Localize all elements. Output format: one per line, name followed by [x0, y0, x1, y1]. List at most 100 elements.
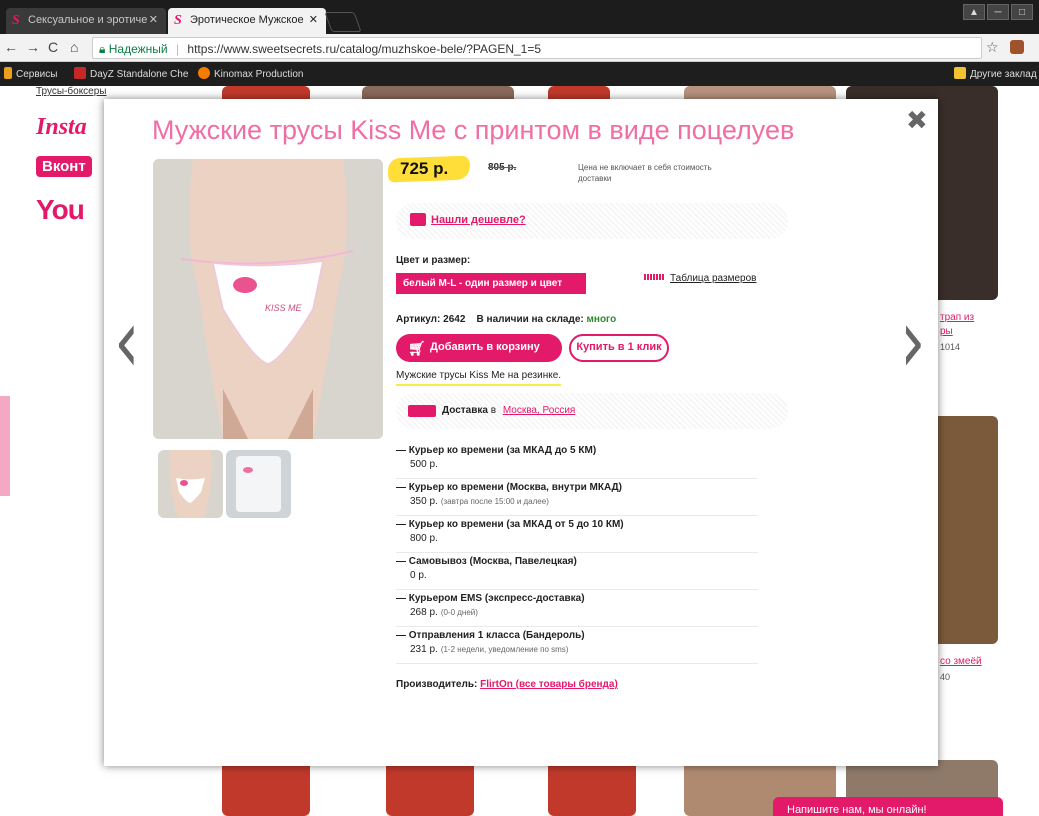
- truck-icon: [408, 405, 436, 417]
- delivery-city-link[interactable]: Москва, Россия: [503, 405, 576, 416]
- manufacturer-info: Производитель: FlirtOn (все товары бренд…: [396, 679, 618, 690]
- next-product-arrow-icon[interactable]: ›: [900, 297, 926, 387]
- maximize-icon[interactable]: □: [1011, 4, 1033, 20]
- manufacturer-label: Производитель:: [396, 679, 478, 690]
- vk-icon[interactable]: Вконт: [36, 156, 92, 177]
- site-favicon-icon: S: [174, 13, 182, 28]
- online-chat-widget[interactable]: Напишите нам, мы онлайн!: [773, 797, 1003, 816]
- bg-decoration: [0, 396, 10, 496]
- delivery-block: Доставка в Москва, Россия: [396, 393, 788, 429]
- tab-label: Сексуальное и эротиче: [28, 14, 148, 26]
- minimize-icon[interactable]: ─: [987, 4, 1009, 20]
- buy-one-click-button[interactable]: Купить в 1 клик: [569, 334, 669, 362]
- user-icon[interactable]: ▲: [963, 4, 985, 20]
- shipping-note: (завтра после 15:00 и далее): [440, 497, 549, 506]
- address-bar[interactable]: 🔒︎ Надежный | https://www.sweetsecrets.r…: [92, 37, 982, 59]
- old-price: 805 р.: [488, 162, 517, 173]
- shipping-option: — Курьером EMS (экспресс-доставка) 268 р…: [396, 590, 758, 627]
- shipping-name: — Курьером EMS (экспресс-доставка): [396, 593, 585, 604]
- product-quickview-modal: ✖ Мужские трусы Kiss Me с принтом в виде…: [104, 99, 938, 766]
- bookmark-label: Другие заклад: [970, 69, 1037, 80]
- forward-icon[interactable]: →: [26, 39, 40, 55]
- close-tab-icon[interactable]: ✕: [309, 13, 318, 26]
- bookmarks-bar: Сервисы DayZ Standalone Che Kinomax Prod…: [0, 62, 1039, 86]
- shipping-cost: 231 р.: [410, 644, 438, 655]
- shipping-note: (1-2 недели, уведомление по sms): [440, 645, 569, 654]
- tab-inactive[interactable]: S Сексуальное и эротиче ✕: [6, 8, 166, 34]
- product-main-image[interactable]: KISS ME: [153, 159, 383, 439]
- thumbnail-photo: [226, 450, 291, 518]
- bg-product-link[interactable]: ры: [940, 326, 953, 337]
- kiss-me-print: KISS ME: [265, 303, 303, 313]
- thumbnail-2[interactable]: [226, 450, 291, 518]
- thumbnail-1[interactable]: [158, 450, 223, 518]
- instagram-icon[interactable]: Insta: [36, 114, 87, 141]
- delivery-in: в: [490, 405, 497, 416]
- browser-toolbar: ← → C ⌂ 🔒︎ Надежный | https://www.sweets…: [0, 34, 1039, 62]
- delivery-label: Доставка: [442, 405, 488, 416]
- price-block: 725 р.: [387, 154, 478, 186]
- product-title: Мужские трусы Kiss Me с принтом в виде п…: [152, 115, 795, 145]
- product-photo: KISS ME: [153, 159, 383, 439]
- youtube-icon[interactable]: You: [36, 194, 85, 226]
- chat-label: Напишите нам, мы онлайн!: [787, 804, 927, 816]
- apps-grid-icon: [4, 67, 12, 79]
- new-tab-button[interactable]: [324, 12, 362, 32]
- social-label: Insta: [36, 114, 87, 140]
- bookmark-label: Kinomax Production: [214, 69, 304, 80]
- bookmark-other[interactable]: Другие заклад: [954, 67, 1037, 80]
- social-label: Вконт: [42, 158, 86, 175]
- site-favicon-icon: S: [12, 13, 20, 28]
- size-table-label: Таблица размеров: [670, 273, 757, 284]
- cart-icon: 🛒︎: [408, 340, 426, 356]
- bg-product-link[interactable]: трап из: [940, 312, 974, 323]
- delivery-text: Доставка в Москва, Россия: [442, 405, 575, 416]
- shipping-cost: 350 р.: [410, 496, 438, 507]
- extension-icon[interactable]: [1010, 40, 1024, 54]
- short-description: Мужские трусы Kiss Me на резинке.: [396, 370, 562, 386]
- add-to-cart-label: Добавить в корзину: [430, 341, 540, 353]
- shipping-option: — Курьер ко времени (за МКАД до 5 КМ) 50…: [396, 442, 758, 479]
- home-icon[interactable]: ⌂: [70, 39, 78, 55]
- bg-product-code: 1014: [940, 342, 961, 352]
- shipping-list: — Курьер ко времени (за МКАД до 5 КМ) 50…: [396, 442, 758, 664]
- ruler-icon: [644, 274, 664, 280]
- gift-icon: [410, 213, 426, 226]
- shipping-name: — Курьер ко времени (Москва, внутри МКАД…: [396, 482, 623, 493]
- bookmark-apps[interactable]: Сервисы: [4, 67, 57, 80]
- stock-label: В наличии на складе:: [476, 314, 584, 325]
- add-to-cart-button[interactable]: 🛒︎ Добавить в корзину: [396, 334, 562, 362]
- tab-active[interactable]: S Эротическое Мужское ✕: [168, 8, 326, 34]
- size-table-link[interactable]: Таблица размеров: [644, 273, 756, 284]
- bg-product-link[interactable]: со змеёй: [940, 656, 982, 667]
- bookmark-label: Сервисы: [16, 69, 58, 80]
- reload-icon[interactable]: C: [48, 39, 58, 55]
- bookmark-kinomax[interactable]: Kinomax Production: [198, 67, 304, 80]
- shipping-name: — Курьер ко времени (за МКАД от 5 до 10 …: [396, 519, 624, 530]
- current-price: 725 р.: [400, 159, 449, 178]
- found-cheaper-block[interactable]: Нашли дешевле?: [396, 203, 788, 239]
- size-option-button[interactable]: белый M-L - один размер и цвет: [396, 273, 586, 294]
- bookmark-dayz[interactable]: DayZ Standalone Che: [74, 67, 188, 80]
- close-icon[interactable]: ✖: [906, 105, 928, 136]
- back-icon[interactable]: ←: [4, 39, 18, 55]
- manufacturer-link[interactable]: FlirtOn (все товары бренда): [480, 679, 618, 690]
- shipping-name: — Самовывоз (Москва, Павелецкая): [396, 556, 577, 567]
- social-label: You: [36, 194, 85, 225]
- shipping-cost: 500 р.: [410, 459, 438, 470]
- prev-product-arrow-icon[interactable]: ‹: [114, 297, 140, 387]
- shipping-option: — Курьер ко времени (за МКАД от 5 до 10 …: [396, 516, 758, 553]
- kinomax-icon: [198, 67, 210, 79]
- bookmark-label: DayZ Standalone Che: [90, 69, 189, 80]
- bookmark-star-icon[interactable]: ☆: [986, 39, 999, 56]
- browser-tabbar: S Сексуальное и эротиче ✕ S Эротическое …: [0, 0, 1039, 34]
- tab-label: Эротическое Мужское: [190, 14, 304, 26]
- lock-icon: 🔒︎: [99, 42, 106, 56]
- close-tab-icon[interactable]: ✕: [149, 13, 158, 26]
- price-note: Цена не включает в себя стоимость достав…: [578, 163, 712, 183]
- bg-category-link[interactable]: Трусы-боксеры: [36, 86, 107, 97]
- found-cheaper-link[interactable]: Нашли дешевле?: [431, 214, 526, 226]
- secure-label: Надежный: [108, 42, 168, 56]
- article-value: 2642: [443, 314, 466, 325]
- shipping-option: — Отправления 1 класса (Бандероль) 231 р…: [396, 627, 758, 664]
